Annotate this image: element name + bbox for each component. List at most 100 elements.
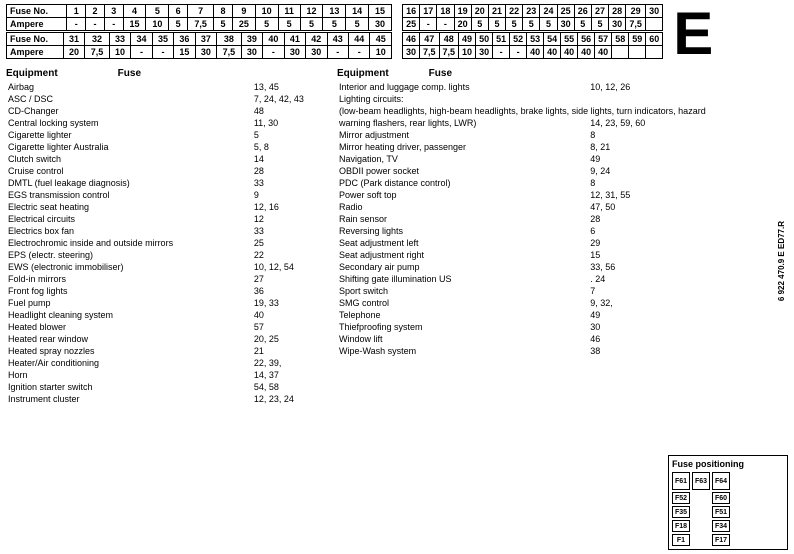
fuse-number: 49 <box>582 309 662 321</box>
fuse-f17: F17 <box>712 534 730 546</box>
equipment-name: Fold-in mirrors <box>6 273 246 285</box>
amp18: - <box>437 18 454 31</box>
fuse-table-46-60: 46 47 48 49 50 51 52 53 54 55 56 57 58 5… <box>402 32 663 59</box>
list-item: Window lift46 <box>337 333 662 345</box>
fuse-number: 33 <box>246 177 331 189</box>
fn36: 36 <box>174 33 195 46</box>
equipment-name: Heated blower <box>6 321 246 333</box>
equipment-name: Window lift <box>337 333 582 345</box>
fn45: 45 <box>370 33 392 46</box>
list-item: Electrochromic inside and outside mirror… <box>6 237 331 249</box>
fuse-number: 14 <box>246 153 331 165</box>
fn34: 34 <box>131 33 152 46</box>
right-side-col: 6 922 470.9 E ED77.R Fuse positioning F6… <box>668 68 788 550</box>
list-item: Heater/Air conditioning22, 39, <box>6 357 331 369</box>
content-section: Equipment Fuse Airbag13, 45ASC / DSC7, 2… <box>6 68 788 550</box>
fn4: 4 <box>123 5 146 18</box>
list-item: (low-beam headlights, high-beam headligh… <box>337 105 662 117</box>
equipment-name: (low-beam headlights, high-beam headligh… <box>337 105 582 117</box>
ampere-label-1: Ampere <box>7 18 67 31</box>
amp51: - <box>493 46 510 59</box>
list-item: Heated spray nozzles21 <box>6 345 331 357</box>
fn13: 13 <box>323 5 346 18</box>
fuse-number: 29 <box>582 237 662 249</box>
fn9: 9 <box>232 5 255 18</box>
top-section: Fuse No. 1 2 3 4 5 6 7 8 9 10 11 12 13 1… <box>6 4 788 64</box>
left-equipment-table: Airbag13, 45ASC / DSC7, 24, 42, 43CD-Cha… <box>6 81 331 405</box>
amp53: 40 <box>527 46 544 59</box>
amp41: 30 <box>284 46 305 59</box>
equipment-name: SMG control <box>337 297 582 309</box>
amp3: - <box>104 18 123 31</box>
fuse-table-31-45: Fuse No. 31 32 33 34 35 36 37 38 39 40 4… <box>6 32 392 59</box>
equipment-name: CD-Changer <box>6 105 246 117</box>
equipment-name: EGS transmission control <box>6 189 246 201</box>
list-item: Power soft top12, 31, 55 <box>337 189 662 201</box>
fn49: 49 <box>459 33 476 46</box>
fn21: 21 <box>488 5 505 18</box>
amp30 <box>645 18 662 31</box>
fuse-table-16-30: 16 17 18 19 20 21 22 23 24 25 26 27 28 2… <box>402 4 663 31</box>
equipment-name: PDC (Park distance control) <box>337 177 582 189</box>
list-item: Thiefproofing system30 <box>337 321 662 333</box>
fn28: 28 <box>609 5 626 18</box>
equipment-name: Electrochromic inside and outside mirror… <box>6 237 246 249</box>
left-fuse-header: Fuse <box>118 68 141 79</box>
list-item: Seat adjustment right15 <box>337 249 662 261</box>
amp56: 40 <box>578 46 595 59</box>
amp11: 5 <box>278 18 300 31</box>
list-item: Interior and luggage comp. lights10, 12,… <box>337 81 662 93</box>
list-item: Airbag13, 45 <box>6 81 331 93</box>
fn7: 7 <box>188 5 214 18</box>
amp16: 25 <box>403 18 420 31</box>
list-item: Heated blower57 <box>6 321 331 333</box>
fn50: 50 <box>476 33 493 46</box>
equipment-name: Heated rear window <box>6 333 246 345</box>
equipment-name: Lighting circuits: <box>337 93 582 105</box>
equipment-name: Sport switch <box>337 285 582 297</box>
fuse-f61: F61 <box>672 472 690 490</box>
amp54: 40 <box>544 46 561 59</box>
amp17: - <box>420 18 437 31</box>
fuse-number: 22 <box>246 249 331 261</box>
amp8: 5 <box>214 18 233 31</box>
amp36: 15 <box>174 46 195 59</box>
fn57: 57 <box>595 33 612 46</box>
left-equipment-column: Equipment Fuse Airbag13, 45ASC / DSC7, 2… <box>6 68 331 550</box>
fuse-no-label-2: Fuse No. <box>7 33 64 46</box>
fn37: 37 <box>195 33 216 46</box>
equipment-name: Cigarette lighter <box>6 129 246 141</box>
equipment-name: Telephone <box>337 309 582 321</box>
amp27: 5 <box>591 18 608 31</box>
fuse-number: 13, 45 <box>246 81 331 93</box>
fn38: 38 <box>217 33 242 46</box>
amp37: 30 <box>195 46 216 59</box>
fn55: 55 <box>561 33 578 46</box>
fn16: 16 <box>403 5 420 18</box>
fn6: 6 <box>169 5 188 18</box>
fuse-number: 49 <box>582 153 662 165</box>
list-item: Heated rear window20, 25 <box>6 333 331 345</box>
fn24: 24 <box>540 5 557 18</box>
fuse-number: 12, 23, 24 <box>246 393 331 405</box>
fuse-number: 12, 16 <box>246 201 331 213</box>
fuse-number: 20, 25 <box>246 333 331 345</box>
amp14: 5 <box>346 18 369 31</box>
fn58: 58 <box>612 33 629 46</box>
right-equipment-table: Interior and luggage comp. lights10, 12,… <box>337 81 662 357</box>
fn59: 59 <box>629 33 646 46</box>
fn54: 54 <box>544 33 561 46</box>
fn42: 42 <box>306 33 327 46</box>
amp24: 5 <box>540 18 557 31</box>
equipment-name: Interior and luggage comp. lights <box>337 81 582 93</box>
list-item: DMTL (fuel leakage diagnosis)33 <box>6 177 331 189</box>
main-container: Fuse No. 1 2 3 4 5 6 7 8 9 10 11 12 13 1… <box>0 0 794 554</box>
equipment-name: Airbag <box>6 81 246 93</box>
fuse-number: 14, 23, 59, 60 <box>582 117 662 129</box>
part-number: 6 922 470.9 E ED77.R <box>777 221 786 301</box>
fn2: 2 <box>86 5 105 18</box>
amp44: - <box>348 46 369 59</box>
fn1: 1 <box>67 5 86 18</box>
equipment-name: Clutch switch <box>6 153 246 165</box>
fuse-number: 47, 50 <box>582 201 662 213</box>
